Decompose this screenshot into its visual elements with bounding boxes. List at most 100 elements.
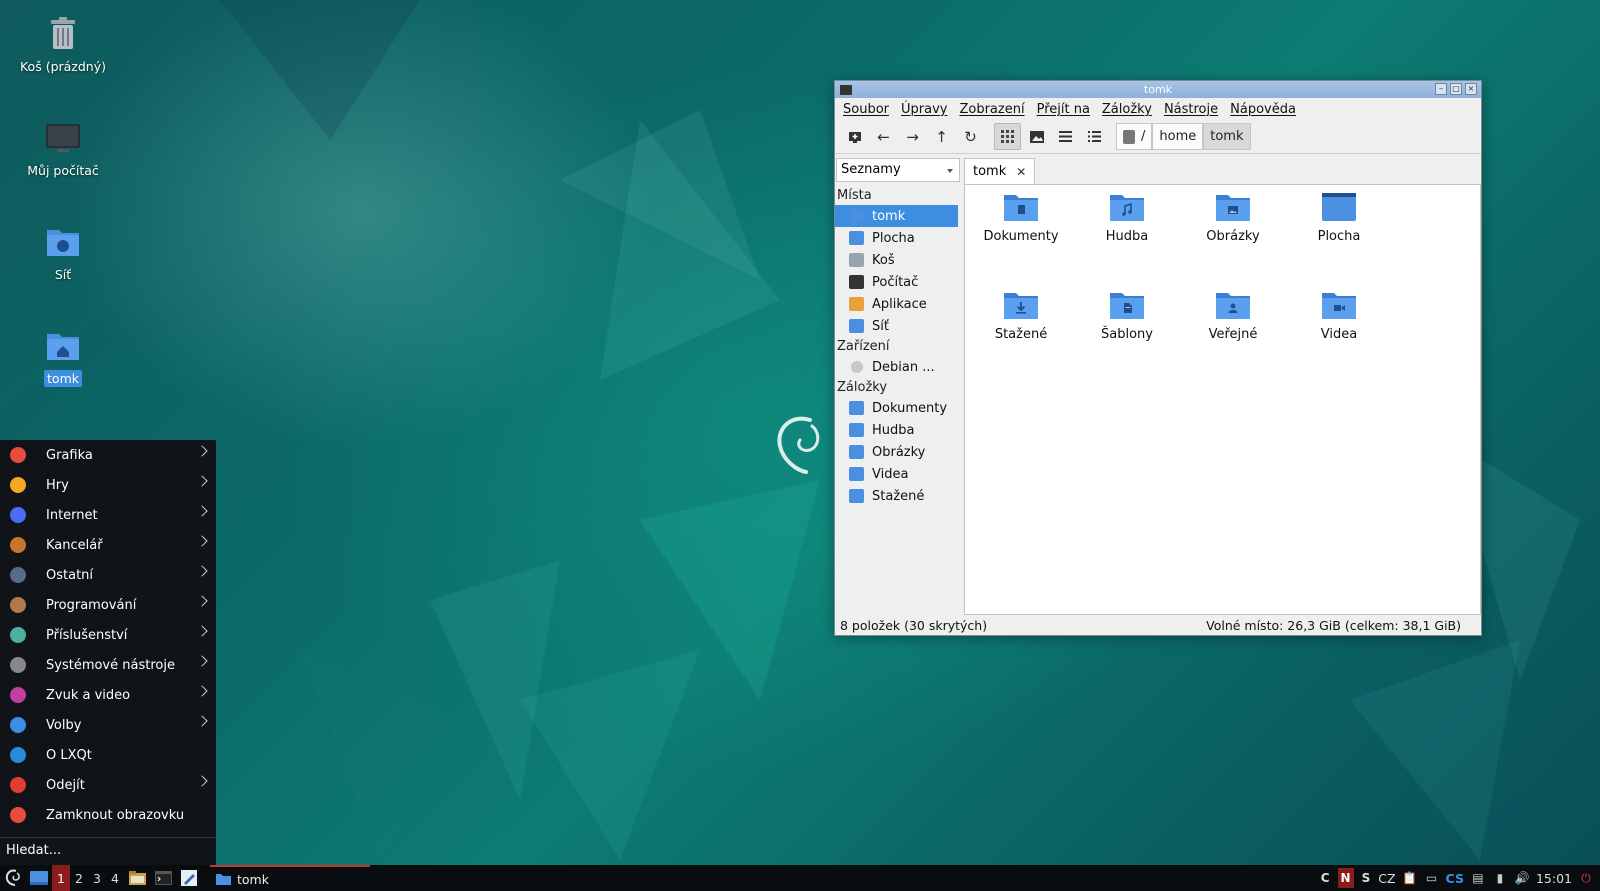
sidebar-item[interactable]: Plocha: [835, 227, 961, 249]
start-menu-item[interactable]: Odejít: [0, 770, 216, 800]
applications-icon: [849, 297, 864, 311]
sidebar-item[interactable]: Stažené: [835, 485, 961, 507]
start-menu-item-label: Internet: [46, 507, 98, 523]
new-tab-icon: [848, 131, 861, 143]
folder-item[interactable]: Obrázky: [1183, 191, 1283, 244]
main-menu-button[interactable]: [2, 867, 24, 889]
start-menu-item[interactable]: Příslušenství: [0, 620, 216, 650]
breadcrumb-current[interactable]: tomk: [1203, 123, 1251, 150]
start-menu-item[interactable]: Systémové nástroje: [0, 650, 216, 680]
icon-view-button[interactable]: [994, 123, 1021, 150]
new-tab-button[interactable]: [841, 123, 868, 150]
menu-file[interactable]: Soubor: [843, 102, 889, 117]
chevron-right-icon: [196, 715, 208, 727]
sidebar-item[interactable]: Počítač: [835, 271, 961, 293]
window-titlebar[interactable]: tomk – □ ×: [835, 81, 1481, 98]
start-menu-item[interactable]: Hry: [0, 470, 216, 500]
clipboard-icon[interactable]: 📋: [1402, 870, 1418, 886]
folder-item[interactable]: Veřejné: [1183, 289, 1283, 342]
sidebar-item[interactable]: Koš: [835, 249, 961, 271]
compact-view-button[interactable]: [1052, 123, 1079, 150]
folder-item[interactable]: Hudba: [1077, 191, 1177, 244]
desktop-switch-2[interactable]: 2: [70, 865, 88, 891]
back-button[interactable]: ←: [870, 123, 897, 150]
up-button[interactable]: ↑: [928, 123, 955, 150]
computer-icon: [849, 275, 864, 289]
side-pane-mode-select[interactable]: Seznamy: [836, 158, 960, 182]
close-tab-icon[interactable]: ✕: [1016, 165, 1026, 179]
forward-button[interactable]: →: [899, 123, 926, 150]
sidebar-item[interactable]: Síť: [835, 315, 961, 337]
desktop-switch-4[interactable]: 4: [106, 865, 124, 891]
desktop-switch-1[interactable]: 1: [52, 865, 70, 891]
start-menu-item[interactable]: Zamknout obrazovku: [0, 800, 216, 830]
start-menu-item[interactable]: Kancelář: [0, 530, 216, 560]
search-placeholder: Hledat...: [6, 843, 62, 858]
battery-icon[interactable]: ▮: [1492, 870, 1508, 886]
sidebar-item[interactable]: Hudba: [835, 419, 961, 441]
start-menu: Grafika Hry Internet Kancelář Ostatní Program…: [0, 440, 216, 865]
breadcrumb-home[interactable]: home: [1152, 123, 1204, 150]
start-menu-item[interactable]: Internet: [0, 500, 216, 530]
folder-item[interactable]: Plocha: [1289, 191, 1389, 244]
arrow-up-icon: ↑: [935, 127, 948, 146]
show-desktop-button[interactable]: [28, 867, 50, 889]
desktop-icon-network[interactable]: Síť: [8, 222, 118, 283]
desktop-icon-trash[interactable]: Koš (prázdný): [8, 14, 118, 75]
menu-tools[interactable]: Nástroje: [1164, 102, 1218, 117]
start-menu-item-label: Odejít: [46, 777, 85, 793]
folder-item[interactable]: Videa: [1289, 289, 1389, 342]
lock-icon: [10, 807, 26, 823]
clock[interactable]: 15:01: [1536, 871, 1572, 886]
power-icon[interactable]: ⏻: [1578, 870, 1594, 886]
start-menu-search[interactable]: Hledat...: [0, 837, 216, 865]
sidebar-item[interactable]: Dokumenty: [835, 397, 961, 419]
start-menu-item-label: Zamknout obrazovku: [46, 807, 185, 823]
menu-go[interactable]: Přejít na: [1037, 102, 1090, 117]
task-button-tomk[interactable]: tomk: [210, 865, 370, 891]
menu-edit[interactable]: Úpravy: [901, 102, 947, 117]
sidebar-item[interactable]: Aplikace: [835, 293, 961, 315]
maximize-button[interactable]: □: [1450, 83, 1462, 95]
start-menu-item[interactable]: Ostatní: [0, 560, 216, 590]
sidebar-section-header: Záložky: [837, 380, 888, 395]
language-indicator[interactable]: CS: [1446, 871, 1464, 886]
display-icon[interactable]: ▭: [1424, 870, 1440, 886]
folder-item[interactable]: Stažené: [971, 289, 1071, 342]
settings-icon: [10, 717, 26, 733]
desktop-icon-computer[interactable]: Můj počítač: [8, 118, 118, 179]
folder-item-label: Veřejné: [1208, 327, 1258, 342]
sidebar-item-label: Síť: [872, 318, 889, 334]
tab-tomk[interactable]: tomk ✕: [964, 158, 1036, 184]
menu-view[interactable]: Zobrazení: [959, 102, 1024, 117]
detail-view-button[interactable]: [1081, 123, 1108, 150]
start-menu-item[interactable]: Zvuk a video: [0, 680, 216, 710]
sidebar-item[interactable]: Videa: [835, 463, 961, 485]
folder-item[interactable]: Šablony: [1077, 289, 1177, 342]
sidebar-item[interactable]: Debian ...: [835, 356, 961, 378]
start-menu-item[interactable]: O LXQt: [0, 740, 216, 770]
folder-item[interactable]: Dokumenty: [971, 191, 1071, 244]
start-menu-item[interactable]: Programování: [0, 590, 216, 620]
launcher-terminal[interactable]: [152, 867, 174, 889]
start-menu-item[interactable]: Grafika: [0, 440, 216, 470]
desktop-icon-home[interactable]: tomk: [8, 326, 118, 387]
breadcrumb-root[interactable]: /: [1116, 123, 1153, 150]
close-button[interactable]: ×: [1465, 83, 1477, 95]
notes-icon[interactable]: ▤: [1470, 870, 1486, 886]
start-menu-item[interactable]: Volby: [0, 710, 216, 740]
minimize-button[interactable]: –: [1435, 83, 1447, 95]
launcher-text-editor[interactable]: [178, 867, 200, 889]
keyboard-layout[interactable]: CZ: [1378, 871, 1395, 886]
menu-help[interactable]: Nápověda: [1230, 102, 1296, 117]
menu-bookmarks[interactable]: Záložky: [1102, 102, 1152, 117]
documents-folder-icon: [1004, 195, 1038, 221]
desktop-switch-3[interactable]: 3: [88, 865, 106, 891]
volume-icon[interactable]: 🔊: [1514, 870, 1530, 886]
start-menu-item-label: Příslušenství: [46, 627, 128, 643]
sidebar-item[interactable]: Obrázky: [835, 441, 961, 463]
reload-button[interactable]: ↻: [957, 123, 984, 150]
launcher-file-manager[interactable]: [126, 867, 148, 889]
sidebar-item[interactable]: tomk: [835, 205, 958, 227]
thumbnail-view-button[interactable]: [1023, 123, 1050, 150]
